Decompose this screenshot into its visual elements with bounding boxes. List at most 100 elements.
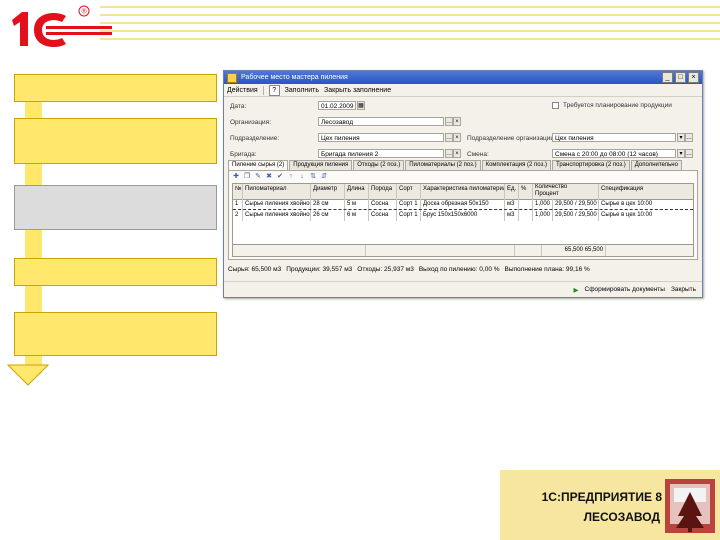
stripe	[100, 6, 720, 8]
footer-total-value: 65,500	[564, 247, 584, 253]
col-header[interactable]: Ед.	[505, 184, 519, 199]
col-header[interactable]: Диаметр	[311, 184, 345, 199]
end-edit-icon[interactable]: ✔	[276, 173, 284, 181]
window-footer: ▶ Сформировать документы Закрыть	[224, 281, 702, 297]
flow-block	[14, 74, 217, 102]
col-header[interactable]: Длина	[345, 184, 369, 199]
calendar-icon[interactable]: ▦	[357, 101, 365, 110]
maximize-button[interactable]: □	[675, 72, 686, 83]
tab-assembly[interactable]: Комплектация (2 поз.)	[481, 160, 551, 170]
table-header: № Пиломатериал Диаметр Длина Порода Сорт…	[233, 184, 693, 200]
select-button[interactable]: …	[445, 117, 453, 126]
flow-block	[14, 312, 217, 356]
cell-unit: м3	[505, 210, 519, 221]
cell-grade: Сорт 1	[397, 210, 421, 221]
help-button[interactable]: ?	[268, 84, 280, 96]
footer-total: 65,500 65,500	[542, 245, 607, 256]
col-header[interactable]: Количество Процент	[533, 184, 599, 199]
copy-row-icon[interactable]: ❐	[243, 173, 251, 181]
select-button[interactable]: …	[685, 133, 693, 142]
cell-qty: 1,000	[533, 210, 553, 221]
sort-desc-icon[interactable]: ⇵	[320, 173, 328, 181]
sort-asc-icon[interactable]: ⇅	[309, 173, 317, 181]
edit-row-icon[interactable]: ✎	[254, 173, 262, 181]
date-label: Дата:	[230, 103, 247, 110]
tab-lumber[interactable]: Пиломатериалы (2 поз.)	[405, 160, 481, 170]
col-header[interactable]: №	[233, 184, 243, 199]
tab-waste[interactable]: Отходы (2 поз.)	[353, 160, 405, 170]
dropdown-button[interactable]: ▾	[677, 133, 685, 142]
planning-checkbox[interactable]	[552, 102, 559, 109]
col-header[interactable]: Характеристика пиломатериала	[421, 184, 505, 199]
stripe	[100, 38, 720, 40]
cell-length: 6 м	[345, 210, 369, 221]
select-button[interactable]: …	[445, 149, 453, 158]
delete-row-icon[interactable]: ✖	[265, 173, 273, 181]
tab-sawing-products[interactable]: Продукция пиления	[289, 160, 353, 170]
form-documents-button[interactable]: Сформировать документы	[585, 286, 665, 293]
product-total: Продукции: 39,557 м3	[286, 265, 353, 273]
division-org-label: Подразделение организации:	[467, 135, 556, 142]
shift-field[interactable]: Смена с 20:00 до 08:00 (12 часов)	[552, 149, 676, 158]
flow-block-highlighted	[14, 185, 217, 230]
col-header[interactable]: Порода	[369, 184, 397, 199]
stripe	[100, 14, 720, 16]
sawing-workplace-window: Рабочее место мастера пиления _ □ × Дейс…	[223, 70, 703, 298]
flow-block	[14, 258, 217, 286]
plan-value: Выполнение плана: 99,16 %	[504, 265, 590, 273]
planning-checkbox-label: Требуется планирование продукции	[563, 102, 672, 109]
cell-percent	[519, 210, 533, 221]
footer-total-value-2: 65,500	[584, 247, 604, 253]
date-field[interactable]: 01.02.2009	[318, 101, 356, 110]
footer-cell	[606, 245, 693, 256]
tab-strip: Пиление сырья (2) Продукция пиления Отхо…	[228, 160, 700, 171]
col-header[interactable]: Спецификация	[599, 184, 689, 199]
close-window-button[interactable]: ×	[688, 72, 699, 83]
window-toolbar: Действия ? Заполнить Закрыть заполнение	[224, 84, 702, 97]
cell-characteristic: Брус 150х150х6000	[421, 210, 505, 221]
select-button[interactable]: …	[685, 149, 693, 158]
footer-cell	[515, 245, 543, 256]
grid-toolbar: ✚ ❐ ✎ ✖ ✔ ↑ ↓ ⇅ ⇵	[229, 171, 697, 182]
tab-panel: ✚ ❐ ✎ ✖ ✔ ↑ ↓ ⇅ ⇵ № Пиломатериал Диаметр…	[228, 170, 698, 260]
division-org-field[interactable]: Цех пиления	[552, 133, 676, 142]
add-row-icon[interactable]: ✚	[232, 173, 240, 181]
cell-qty-detail: 29,500 / 29,500 шт	[553, 210, 599, 221]
close-fill-button[interactable]: Закрыть заполнение	[324, 87, 391, 94]
cell-diameter: 26 см	[311, 210, 345, 221]
window-title: Рабочее место мастера пиления	[241, 74, 348, 81]
dropdown-button[interactable]: ▾	[677, 149, 685, 158]
organization-field[interactable]: Лесозавод	[318, 117, 444, 126]
brigade-label: Бригада:	[230, 151, 257, 158]
division-label: Подразделение:	[230, 135, 280, 142]
fill-button[interactable]: Заполнить	[285, 87, 319, 94]
clear-button[interactable]: ×	[453, 133, 461, 142]
col-header[interactable]: Сорт	[397, 184, 421, 199]
cell-species: Сосна	[369, 210, 397, 221]
footer-cell	[366, 245, 516, 256]
division-field[interactable]: Цех пиления	[318, 133, 444, 142]
tab-additional[interactable]: Дополнительно	[630, 160, 682, 170]
minimize-button[interactable]: _	[662, 72, 673, 83]
brigade-field[interactable]: Бригада пиления 2	[318, 149, 444, 158]
trademark-symbol: ®	[82, 8, 88, 16]
table-row[interactable]: 2 Сырье пиления хвойное 26 см 6 м Сосна …	[233, 210, 693, 221]
tab-transport[interactable]: Транспортировка (2 поз.)	[552, 160, 630, 170]
close-button[interactable]: Закрыть	[671, 286, 696, 293]
play-icon: ▶	[573, 286, 579, 294]
yield-value: Выход по пилению: 0,00 %	[418, 265, 500, 273]
actions-menu[interactable]: Действия	[227, 87, 258, 94]
select-button[interactable]: …	[445, 133, 453, 142]
col-header-label: Количество	[535, 184, 568, 190]
footer-cell	[233, 245, 367, 256]
clear-button[interactable]: ×	[453, 149, 461, 158]
stripe	[100, 30, 720, 32]
col-header[interactable]: %	[519, 184, 533, 199]
product-edition: ЛЕСОЗАВОД	[583, 510, 660, 524]
clear-button[interactable]: ×	[453, 117, 461, 126]
move-down-icon[interactable]: ↓	[298, 173, 306, 181]
app-icon	[227, 72, 237, 83]
col-header[interactable]: Пиломатериал	[243, 184, 311, 199]
move-up-icon[interactable]: ↑	[287, 173, 295, 181]
raw-total: Сырья: 65,500 м3	[228, 265, 282, 273]
